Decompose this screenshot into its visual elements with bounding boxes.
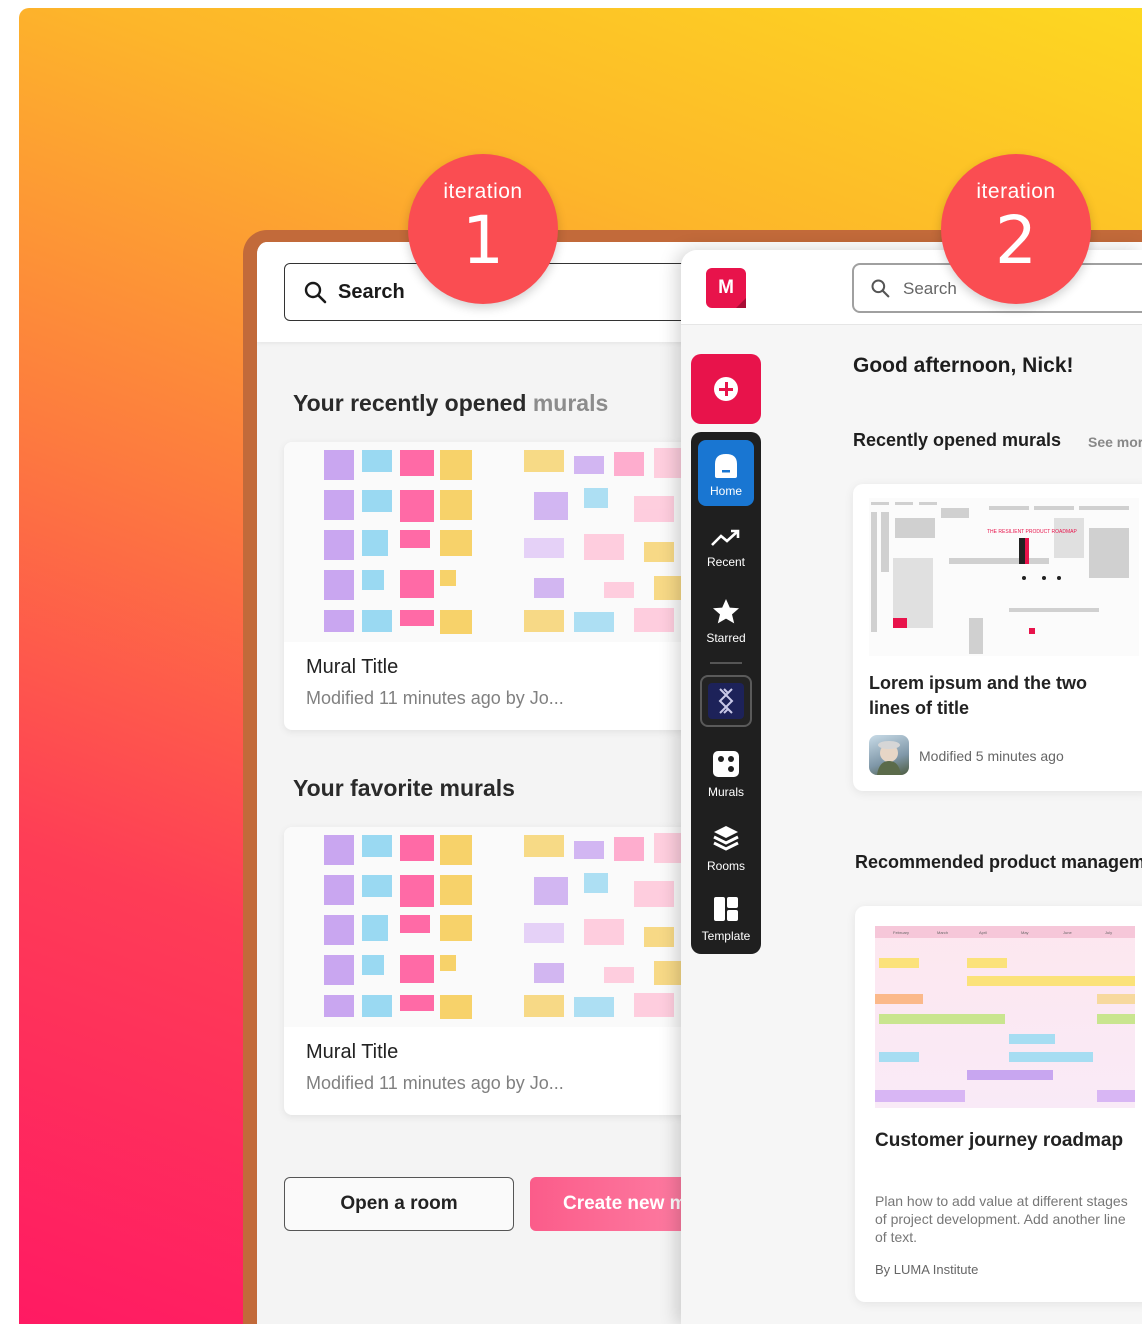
mural-thumbnail xyxy=(284,442,704,642)
svg-text:February: February xyxy=(893,930,909,935)
mural-title: Mural Title xyxy=(306,1041,399,1063)
nav-label: Template xyxy=(701,929,751,943)
search-placeholder: Search xyxy=(338,281,405,303)
recent-murals-heading: Recently opened murals xyxy=(853,430,1062,450)
thumb-roadmap-text: THE RESILIENT PRODUCT ROADMAP xyxy=(987,529,1077,535)
greeting: Good afternoon, Nick! xyxy=(853,354,1074,377)
iteration-2-window: M Search Home Recent Starred Murals Room… xyxy=(681,250,1142,1324)
nav-divider xyxy=(710,662,742,664)
mural-meta: Modified 11 minutes ago by Jo... xyxy=(306,1073,564,1093)
template-card[interactable]: February March April May June July Custo… xyxy=(855,906,1142,1302)
badge-number: 1 xyxy=(462,202,504,279)
nav-item-home[interactable]: Home xyxy=(698,440,754,506)
see-more-link[interactable]: See more xyxy=(1088,434,1142,450)
recent-murals-heading: Your recently opened murals xyxy=(293,390,609,416)
nav-item-rooms[interactable]: Rooms xyxy=(691,824,761,873)
badge-label: iteration xyxy=(443,180,523,203)
star-icon xyxy=(713,599,739,624)
plus-icon xyxy=(714,377,738,401)
svg-text:June: June xyxy=(1063,930,1072,935)
svg-text:March: March xyxy=(937,930,948,935)
template-thumbnail: February March April May June July xyxy=(875,926,1135,1108)
nav-label: Recent xyxy=(706,555,746,569)
template-icon xyxy=(714,897,738,921)
nav-rail: Home Recent Starred Murals Rooms Templat… xyxy=(691,432,761,954)
search-icon xyxy=(304,281,327,304)
nav-label: Home xyxy=(709,484,742,498)
mural-card[interactable]: Mural Title Modified 11 minutes ago by J… xyxy=(284,827,704,1115)
nav-label: Murals xyxy=(707,785,744,799)
mural-meta: Modified 11 minutes ago by Jo... xyxy=(306,688,564,708)
template-title: Customer journey roadmap xyxy=(875,1130,1124,1151)
svg-text:July: July xyxy=(1105,930,1112,935)
svg-text:May: May xyxy=(1021,930,1029,935)
iteration-1-badge: iteration 1 xyxy=(408,154,558,304)
workspace-logo-icon xyxy=(708,683,744,719)
workspace-switcher[interactable] xyxy=(700,675,752,727)
search-icon xyxy=(871,279,890,298)
svg-text:April: April xyxy=(979,930,987,935)
nav-item-recent[interactable]: Recent xyxy=(691,528,761,569)
favorite-murals-heading: Your favorite murals xyxy=(293,775,515,801)
thumb-grid-left xyxy=(324,450,472,634)
mural-logo[interactable]: M xyxy=(706,268,746,308)
nav-item-starred[interactable]: Starred xyxy=(691,598,761,645)
search-placeholder: Search xyxy=(903,279,957,298)
badge-number: 2 xyxy=(995,202,1037,279)
mural-title: Mural Title xyxy=(306,656,399,678)
recommended-heading: Recommended product management xyxy=(855,852,1142,872)
iteration-2-badge: iteration 2 xyxy=(941,154,1091,304)
mural-thumbnail xyxy=(284,827,704,1027)
template-author: By LUMA Institute xyxy=(875,1262,979,1277)
nav-label: Rooms xyxy=(706,859,745,873)
create-button[interactable] xyxy=(691,354,761,424)
layers-icon xyxy=(713,826,739,851)
template-description: Plan how to add value at different stage… xyxy=(875,1193,1128,1245)
mural-meta: Modified 5 minutes ago xyxy=(919,748,1064,764)
nav-item-template[interactable]: Template xyxy=(691,896,761,943)
trend-icon xyxy=(711,529,740,546)
thumb-scatter-right xyxy=(524,448,694,632)
home-icon xyxy=(715,454,737,478)
dice-icon xyxy=(713,751,739,777)
avatar xyxy=(869,735,909,775)
nav-item-murals[interactable]: Murals xyxy=(691,750,761,799)
mural-card[interactable]: Mural Title Modified 11 minutes ago by J… xyxy=(284,442,704,730)
mural-title: Lorem ipsum and the two lines of title xyxy=(869,673,1088,718)
open-room-button[interactable]: Open a room xyxy=(284,1177,514,1231)
mural-card[interactable]: THE RESILIENT PRODUCT ROADMAP Lorem ipsu… xyxy=(853,484,1142,791)
nav-label: Starred xyxy=(706,631,746,645)
mural-thumbnail: THE RESILIENT PRODUCT ROADMAP xyxy=(869,498,1139,656)
badge-label: iteration xyxy=(976,180,1056,203)
